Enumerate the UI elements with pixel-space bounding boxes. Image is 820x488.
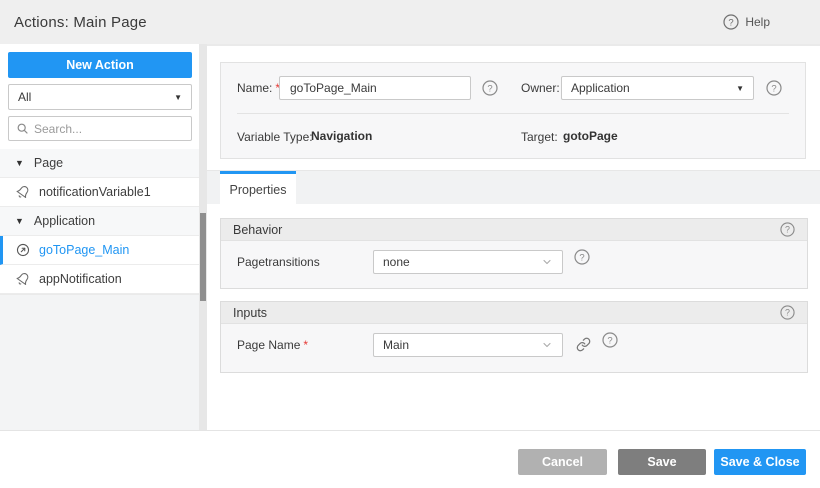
help-icon: ? [723, 14, 739, 30]
owner-select[interactable]: Application ▼ [561, 76, 754, 100]
actions-tree: ▼ Page notificationVariable1 ▼ Applicati… [0, 149, 199, 294]
tree-group-application[interactable]: ▼ Application [0, 207, 199, 236]
variable-type-label: Variable Type: [237, 130, 313, 144]
navigate-page-icon [16, 243, 30, 257]
inputs-section-title: Inputs [233, 305, 268, 320]
behavior-help-button[interactable]: ? [780, 222, 795, 237]
bell-icon [16, 186, 29, 198]
page-name-dropdown[interactable]: Main [373, 333, 563, 357]
bind-link-button[interactable] [573, 333, 593, 355]
bell-icon [16, 273, 29, 285]
svg-text:?: ? [771, 83, 776, 94]
svg-text:?: ? [785, 308, 790, 318]
tree-item-appnotification[interactable]: appNotification [0, 265, 199, 294]
help-icon: ? [574, 249, 590, 265]
chevron-down-icon [541, 256, 553, 268]
tree-item-notificationvariable1[interactable]: notificationVariable1 [0, 178, 199, 207]
name-input[interactable] [279, 76, 471, 100]
scrollbar-thumb[interactable] [200, 213, 206, 301]
inputs-section-header: Inputs ? [221, 302, 807, 324]
inputs-help-button[interactable]: ? [780, 305, 795, 320]
app-header: Actions: Main Page ? Help [0, 0, 820, 44]
chevron-down-icon [541, 339, 553, 351]
svg-text:?: ? [607, 335, 612, 346]
page-name-label: Page Name * [237, 338, 309, 352]
owner-help-button[interactable]: ? [766, 80, 782, 96]
tab-properties[interactable]: Properties [220, 171, 296, 205]
inputs-section: Inputs ? Page Name * Main ? [220, 301, 808, 373]
action-summary-panel: Name:* ? Owner:* Application ▼ ? [220, 62, 806, 159]
search-box[interactable] [8, 116, 192, 141]
variable-type-value: Navigation [311, 129, 373, 143]
save-button[interactable]: Save [618, 449, 706, 475]
svg-text:?: ? [487, 83, 492, 94]
name-help-button[interactable]: ? [482, 80, 498, 96]
svg-text:?: ? [729, 17, 734, 28]
select-arrow-icon: ▼ [174, 92, 182, 102]
help-icon: ? [780, 222, 795, 237]
tree-item-gotopage-main[interactable]: goToPage_Main [0, 236, 199, 265]
help-icon: ? [482, 80, 498, 96]
caret-down-icon: ▼ [15, 157, 24, 168]
help-label: Help [745, 15, 770, 29]
target-label: Target: [521, 130, 558, 144]
type-target-row: Variable Type: Navigation Target: gotoPa… [221, 129, 805, 145]
tree-item-label: appNotification [39, 272, 122, 286]
search-input[interactable] [34, 121, 164, 136]
filter-select[interactable]: All ▼ [8, 84, 192, 110]
help-icon: ? [602, 332, 618, 348]
pagetransitions-label: Pagetransitions [237, 255, 320, 269]
tree-group-label: Page [33, 156, 64, 170]
behavior-section-header: Behavior ? [221, 219, 807, 241]
sidebar-scrollbar[interactable] [199, 44, 207, 430]
main-panel: Name:* ? Owner:* Application ▼ ? [207, 44, 820, 430]
search-icon [17, 123, 28, 134]
help-icon: ? [766, 80, 782, 96]
sidebar: New Action All ▼ ▼ Page notificationVari… [0, 44, 199, 430]
help-icon: ? [780, 305, 795, 320]
caret-down-icon: ▼ [15, 215, 24, 226]
select-arrow-icon: ▼ [736, 83, 744, 93]
footer-bar: Cancel Save Save & Close [0, 430, 820, 488]
link-icon [576, 337, 590, 351]
save-and-close-button[interactable]: Save & Close [714, 449, 806, 475]
tree-item-label: goToPage_Main [39, 243, 130, 257]
name-owner-row: Name:* ? Owner:* Application ▼ ? [221, 76, 805, 100]
pagetransitions-value: none [383, 255, 410, 269]
pagetransitions-dropdown[interactable]: none [373, 250, 563, 274]
sidebar-empty-area [0, 294, 199, 430]
behavior-section: Behavior ? Pagetransitions none ? [220, 218, 808, 289]
svg-text:?: ? [785, 225, 790, 235]
page-name-help-button[interactable]: ? [602, 332, 618, 348]
cancel-button[interactable]: Cancel [518, 449, 607, 475]
tree-group-label: Application [33, 214, 96, 228]
svg-text:?: ? [579, 252, 584, 263]
filter-select-value: All [18, 90, 32, 104]
page-name-value: Main [383, 338, 410, 352]
tree-item-label: notificationVariable1 [39, 185, 151, 199]
actions-editor-window: Actions: Main Page ? Help New Action All… [0, 0, 820, 488]
pagetransitions-help-button[interactable]: ? [574, 249, 590, 265]
new-action-button[interactable]: New Action [8, 52, 192, 78]
tab-strip: Properties [207, 170, 820, 205]
page-title: Actions: Main Page [14, 13, 147, 31]
name-label: Name: * [237, 81, 281, 95]
help-button[interactable]: ? Help [723, 0, 770, 44]
owner-select-value: Application [571, 81, 630, 95]
tree-group-page[interactable]: ▼ Page [0, 149, 199, 178]
target-value: gotoPage [563, 129, 618, 143]
behavior-section-title: Behavior [233, 222, 283, 237]
required-asterisk: * [303, 338, 309, 352]
panel-divider [237, 113, 789, 114]
